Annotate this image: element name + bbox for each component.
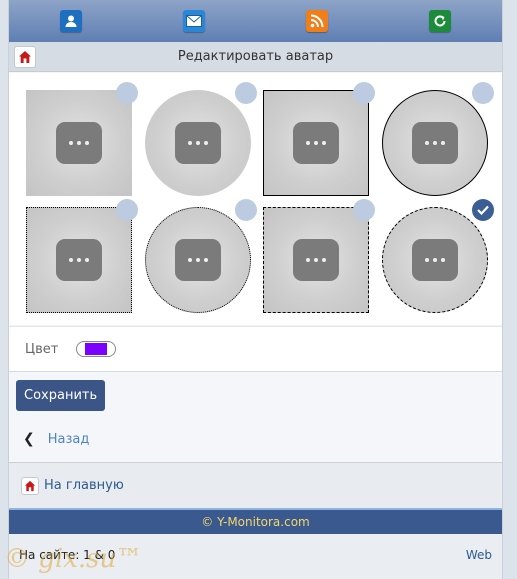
color-swatch-fill	[85, 343, 108, 355]
avatar-preview	[382, 90, 488, 196]
radio-button-selected[interactable]	[472, 199, 494, 221]
avatar-preview	[26, 90, 132, 196]
back-nav[interactable]: ❮ Назад	[9, 424, 502, 454]
avatar-preview	[263, 207, 369, 313]
home-icon	[21, 476, 39, 495]
chat-bubble-icon	[293, 122, 339, 164]
avatar-option[interactable]	[26, 82, 138, 196]
mail-icon[interactable]	[182, 10, 205, 32]
check-icon	[477, 205, 489, 215]
refresh-icon[interactable]	[429, 10, 452, 32]
avatar-preview	[145, 207, 251, 313]
radio-button[interactable]	[472, 82, 494, 104]
avatar-option[interactable]	[382, 199, 494, 313]
avatar-preview	[382, 207, 488, 313]
chat-bubble-icon	[412, 122, 458, 164]
back-link[interactable]: Назад	[48, 432, 90, 447]
chat-bubble-icon	[293, 239, 339, 281]
avatar-option[interactable]	[145, 82, 257, 196]
radio-button[interactable]	[116, 82, 138, 104]
avatar-option[interactable]	[145, 199, 257, 313]
web-link[interactable]: Web	[466, 548, 492, 562]
chat-bubble-icon	[56, 122, 102, 164]
radio-button[interactable]	[116, 199, 138, 221]
radio-button[interactable]	[353, 199, 375, 221]
avatar-preview	[263, 90, 369, 196]
top-toolbar	[9, 0, 502, 42]
chevron-left-icon: ❮	[23, 431, 35, 447]
page-title: Редактировать аватар	[177, 49, 334, 64]
home-link[interactable]: На главную	[44, 478, 124, 493]
chat-bubble-icon	[175, 239, 221, 281]
radio-button[interactable]	[235, 199, 257, 221]
color-label: Цвет	[25, 341, 59, 357]
avatar-option[interactable]	[382, 82, 494, 196]
avatar-option[interactable]	[263, 82, 375, 196]
home-nav[interactable]: На главную	[9, 462, 502, 508]
page-header: Редактировать аватар	[9, 42, 502, 72]
avatar-option[interactable]	[26, 199, 138, 313]
avatar-preview	[145, 90, 251, 196]
radio-button[interactable]	[353, 82, 375, 104]
avatar-preview	[26, 207, 132, 313]
watermark: © gix.su™	[4, 544, 143, 574]
chat-bubble-icon	[412, 239, 458, 281]
radio-button[interactable]	[235, 82, 257, 104]
user-icon[interactable]	[59, 10, 82, 32]
app-frame: Редактировать аватар Цвет Сохранить ❮ На…	[8, 0, 503, 579]
home-icon[interactable]	[14, 45, 36, 68]
save-button[interactable]: Сохранить	[16, 380, 106, 411]
avatar-option[interactable]	[263, 199, 375, 313]
chat-bubble-icon	[175, 122, 221, 164]
color-setting: Цвет	[9, 326, 502, 372]
chat-bubble-icon	[56, 239, 102, 281]
footer-copyright[interactable]: © Y-Monitora.com	[9, 508, 502, 534]
rss-icon[interactable]	[306, 10, 329, 32]
color-picker[interactable]	[76, 341, 117, 357]
avatar-grid	[9, 73, 502, 325]
